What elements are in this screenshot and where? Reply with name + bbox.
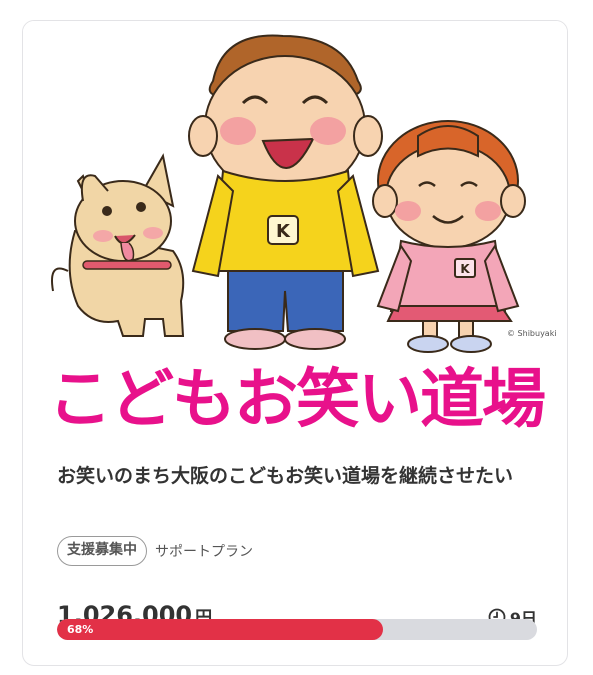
progress-bar: 68% xyxy=(57,619,537,640)
girl-illustration xyxy=(372,120,526,353)
dog-illustration xyxy=(51,153,185,337)
illustration-signature: © Shibuyaki xyxy=(507,329,557,338)
status-row: 支援募集中 サポートプラン xyxy=(57,536,253,566)
progress-fill: 68% xyxy=(57,619,384,640)
progress-percent-label: 68% xyxy=(67,623,94,636)
project-card[interactable]: K K © Shibuyaki こどもお笑い道場 お笑いのまち大阪のこどもお笑い… xyxy=(22,20,568,666)
boy-illustration xyxy=(188,34,383,350)
thumbnail-banner-text: こどもお笑い道場 xyxy=(48,363,546,437)
kids-and-dog-illustration: K K xyxy=(51,34,526,353)
svg-text:K: K xyxy=(460,262,470,276)
svg-text:K: K xyxy=(276,221,291,242)
status-badge: 支援募集中 xyxy=(57,536,147,566)
plan-type-label: サポートプラン xyxy=(155,544,253,560)
project-thumbnail[interactable]: K K © Shibuyaki こどもお笑い道場 xyxy=(23,21,567,439)
project-title[interactable]: お笑いのまち大阪のこどもお笑い道場を継続させたい xyxy=(57,459,537,493)
